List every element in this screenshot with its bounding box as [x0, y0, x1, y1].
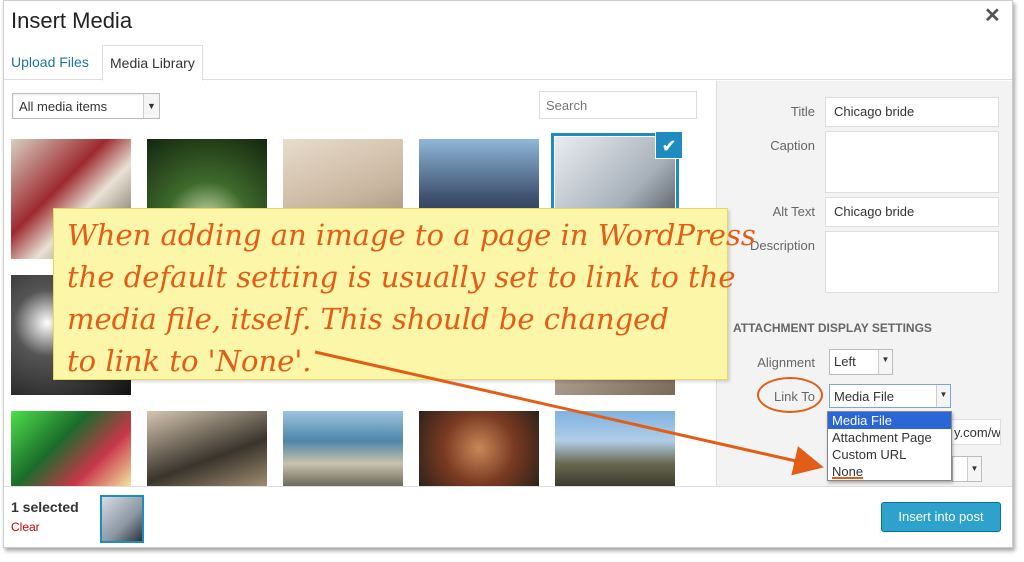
- tab-upload-files[interactable]: Upload Files: [4, 45, 96, 81]
- link-to-select[interactable]: Media File ▼: [829, 384, 951, 408]
- tab-bar: Upload Files Media Library: [4, 45, 1012, 81]
- chevron-down-icon: ▼: [143, 94, 159, 118]
- selection-toolbar: 1 selected Clear Insert into post: [4, 486, 1012, 547]
- close-icon[interactable]: ✕: [984, 3, 1001, 28]
- modal-title: Insert Media: [11, 8, 133, 33]
- annotation-circle: [757, 377, 823, 413]
- media-thumbnail[interactable]: [419, 411, 539, 486]
- annotation-note: When adding an image to a page in WordPr…: [53, 208, 756, 380]
- title-field[interactable]: Chicago bride: [825, 97, 999, 127]
- display-settings-heading: ATTACHMENT DISPLAY SETTINGS: [733, 321, 932, 335]
- chevron-down-icon: ▼: [967, 457, 981, 481]
- chevron-down-icon: ▼: [878, 350, 892, 374]
- clear-selection-link[interactable]: Clear: [11, 520, 40, 534]
- alignment-value: Left: [834, 354, 856, 369]
- link-option-media-file[interactable]: Media File: [828, 412, 951, 429]
- selected-thumbnail[interactable]: [100, 495, 144, 543]
- link-to-value: Media File: [834, 389, 894, 404]
- link-to-dropdown: Media File Attachment Page Custom URL No…: [827, 411, 952, 481]
- caption-label: Caption: [770, 138, 815, 153]
- media-filter-value: All media items: [19, 99, 108, 114]
- media-thumbnail[interactable]: [147, 411, 267, 486]
- custom-url-field[interactable]: y.com/w: [951, 419, 1001, 445]
- chevron-down-icon: ▼: [936, 385, 950, 407]
- link-option-none[interactable]: None: [828, 463, 951, 480]
- size-select[interactable]: ▼: [952, 456, 982, 482]
- annotation-line: the default setting is usually set to li…: [67, 260, 736, 294]
- search-input[interactable]: [539, 91, 697, 119]
- alignment-select[interactable]: Left ▼: [829, 349, 893, 375]
- caption-field[interactable]: [825, 131, 999, 193]
- annotation-text: When adding an image to a page in WordPr…: [67, 214, 756, 382]
- description-field[interactable]: [825, 231, 999, 293]
- media-thumbnail[interactable]: [555, 411, 675, 486]
- title-label: Title: [790, 104, 815, 119]
- selected-count: 1 selected: [11, 499, 79, 515]
- annotation-line: to link to 'None'.: [67, 344, 312, 378]
- insert-into-post-button[interactable]: Insert into post: [881, 502, 1001, 532]
- alt-text-field[interactable]: Chicago bride: [825, 197, 999, 227]
- link-option-custom-url[interactable]: Custom URL: [828, 446, 951, 463]
- annotation-line: media file, itself. This should be chang…: [67, 302, 669, 336]
- annotation-line: When adding an image to a page in WordPr…: [67, 218, 756, 252]
- link-option-attachment-page[interactable]: Attachment Page: [828, 429, 951, 446]
- media-thumbnail[interactable]: [283, 411, 403, 486]
- checkmark-icon[interactable]: ✔: [655, 131, 683, 159]
- media-filter-select[interactable]: All media items ▼: [12, 93, 160, 119]
- tab-media-library[interactable]: Media Library: [102, 45, 203, 81]
- media-thumbnail[interactable]: [11, 411, 131, 486]
